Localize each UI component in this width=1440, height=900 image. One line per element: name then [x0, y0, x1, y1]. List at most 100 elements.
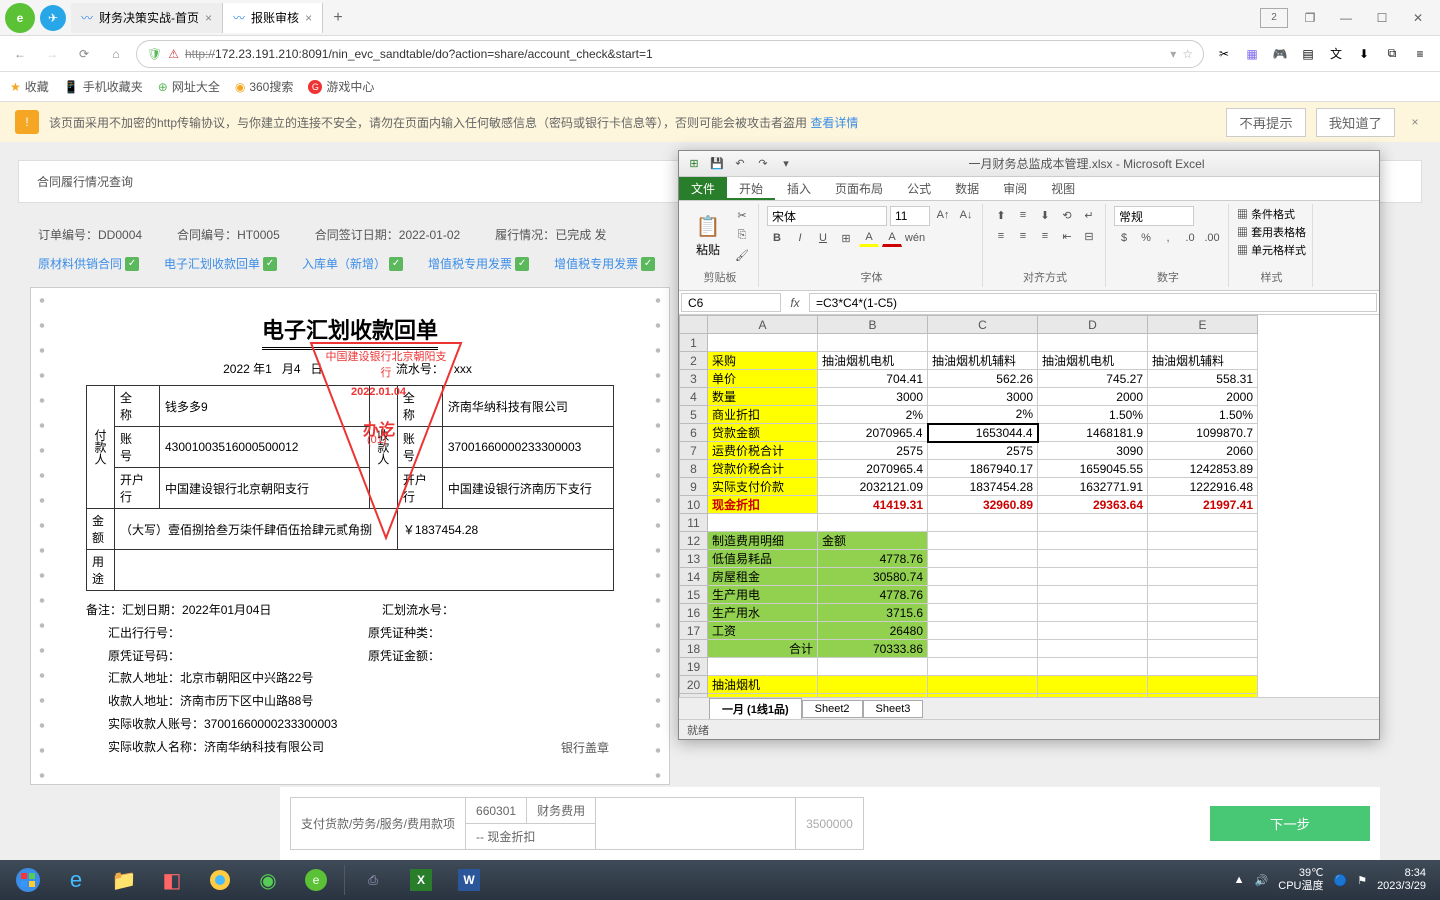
grow-font-icon[interactable]: A↑ — [933, 206, 953, 224]
font-name-input[interactable] — [767, 206, 887, 226]
chrome-icon[interactable] — [196, 862, 244, 898]
star-icon[interactable]: ☆ — [1182, 47, 1193, 61]
browser-tab-2[interactable]: 〰 报账审核 × — [223, 3, 323, 33]
table-format-button[interactable]: ▦ 套用表格格 — [1237, 224, 1306, 240]
app-icon[interactable]: ◉ — [244, 862, 292, 898]
warning-link[interactable]: 查看详情 — [810, 116, 858, 130]
cell-style-button[interactable]: ▦ 单元格样式 — [1237, 242, 1306, 258]
italic-icon[interactable]: I — [790, 229, 810, 247]
bookmark-item[interactable]: ◉360搜索 — [235, 78, 294, 95]
merge-icon[interactable]: ⊟ — [1079, 227, 1099, 245]
grid-icon[interactable]: ▦ — [1240, 42, 1264, 66]
qat-more-icon[interactable]: ▾ — [777, 155, 795, 173]
bookmark-item[interactable]: ⊕网址大全 — [158, 78, 220, 95]
ribbon-tab-layout[interactable]: 页面布局 — [823, 177, 895, 200]
ribbon-tab-file[interactable]: 文件 — [679, 177, 727, 200]
acknowledge-button[interactable]: 我知道了 — [1316, 108, 1395, 137]
close-icon[interactable]: × — [305, 11, 312, 25]
font-color-icon[interactable]: A — [882, 229, 902, 247]
sheet-grid[interactable]: ABCDE12采购抽油烟机电机抽油烟机机辅料抽油烟机电机抽油烟机辅料3单价704… — [679, 315, 1379, 697]
minimize-icon[interactable]: — — [1332, 8, 1360, 28]
excel-titlebar[interactable]: ⊞ 💾 ↶ ↷ ▾ 一月财务总监成本管理.xlsx - Microsoft Ex… — [679, 151, 1379, 177]
redo-icon[interactable]: ↷ — [754, 155, 772, 173]
word-taskbar-icon[interactable]: W — [445, 862, 493, 898]
home-icon[interactable]: ⌂ — [104, 42, 128, 66]
font-size-input[interactable] — [890, 206, 930, 226]
ribbon-tab-data[interactable]: 数据 — [943, 177, 991, 200]
doc-link[interactable]: 原材料供销合同✓ — [38, 255, 139, 272]
percent-icon[interactable]: % — [1136, 229, 1156, 247]
comma-icon[interactable]: , — [1158, 229, 1178, 247]
translate-icon[interactable]: 文 — [1324, 42, 1348, 66]
sheet-tab[interactable]: Sheet2 — [802, 700, 863, 718]
sheet-tab[interactable]: 一月 (1线1品) — [709, 698, 802, 720]
doc-link[interactable]: 增值税专用发票✓ — [428, 255, 529, 272]
reload-icon[interactable]: ⟳ — [72, 42, 96, 66]
fx-icon[interactable]: fx — [783, 291, 807, 314]
telegram-icon[interactable]: ✈ — [40, 5, 66, 31]
ie-icon[interactable]: e — [52, 862, 100, 898]
url-input[interactable]: 🛡 ⚠ http://172.23.191.210:8091/nin_evc_s… — [136, 40, 1204, 68]
task-icon[interactable]: ⎙ — [349, 862, 397, 898]
currency-icon[interactable]: $ — [1114, 229, 1134, 247]
back-icon[interactable]: ← — [8, 42, 32, 66]
browser-icon[interactable]: e — [292, 862, 340, 898]
number-format-select[interactable] — [1114, 206, 1194, 226]
next-button[interactable]: 下一步 — [1210, 806, 1370, 841]
close-icon[interactable]: × — [1405, 115, 1425, 129]
save-icon[interactable]: 💾 — [708, 155, 726, 173]
app-icon[interactable]: ◧ — [148, 862, 196, 898]
ribbon-tab-view[interactable]: 视图 — [1039, 177, 1087, 200]
restore-icon[interactable]: ❐ — [1296, 8, 1324, 28]
bookmark-item[interactable]: G游戏中心 — [308, 78, 374, 95]
explorer-icon[interactable]: 📁 — [100, 862, 148, 898]
start-button[interactable] — [4, 862, 52, 898]
tray-up-icon[interactable]: ▲ — [1234, 874, 1245, 886]
align-top-icon[interactable]: ⬆ — [991, 206, 1011, 224]
phonetic-icon[interactable]: wén — [905, 229, 925, 247]
doc-link[interactable]: 增值税专用发票✓ — [554, 255, 655, 272]
align-middle-icon[interactable]: ≡ — [1013, 206, 1033, 224]
format-painter-icon[interactable]: 🖌 — [732, 246, 752, 264]
ribbon-tab-home[interactable]: 开始 — [727, 177, 775, 200]
new-tab-button[interactable]: + — [323, 9, 353, 27]
temp-widget[interactable]: 39℃ CPU温度 — [1278, 867, 1323, 893]
bold-icon[interactable]: B — [767, 229, 787, 247]
border-icon[interactable]: ⊞ — [836, 229, 856, 247]
paste-button[interactable]: 📋粘贴 — [688, 206, 728, 266]
indent-dec-icon[interactable]: ⇤ — [1057, 227, 1077, 245]
cond-format-button[interactable]: ▦ 条件格式 — [1237, 206, 1295, 222]
inc-decimal-icon[interactable]: .0 — [1180, 229, 1200, 247]
ribbon-tab-review[interactable]: 审阅 — [991, 177, 1039, 200]
app-icon[interactable]: ▤ — [1296, 42, 1320, 66]
menu-icon[interactable]: ≡ — [1408, 42, 1432, 66]
orientation-icon[interactable]: ⟲ — [1057, 206, 1077, 224]
name-box[interactable] — [681, 293, 781, 312]
bookmarks-label[interactable]: ★收藏 — [10, 78, 49, 95]
align-bottom-icon[interactable]: ⬇ — [1035, 206, 1055, 224]
dec-decimal-icon[interactable]: .00 — [1202, 229, 1222, 247]
ribbon-tab-formula[interactable]: 公式 — [895, 177, 943, 200]
volume-icon[interactable]: 🔊 — [1255, 874, 1269, 887]
cut-icon[interactable]: ✂ — [732, 206, 752, 224]
align-left-icon[interactable]: ≡ — [991, 227, 1011, 245]
browser-tab-1[interactable]: 〰 财务决策实战-首页 × — [71, 3, 223, 33]
ribbon-tab-insert[interactable]: 插入 — [775, 177, 823, 200]
game-icon[interactable]: 🎮 — [1268, 42, 1292, 66]
dismiss-forever-button[interactable]: 不再提示 — [1226, 108, 1305, 137]
undo-icon[interactable]: ↶ — [731, 155, 749, 173]
close-icon[interactable]: × — [205, 11, 212, 25]
doc-link[interactable]: 电子汇划收款回单✓ — [164, 255, 277, 272]
copy-icon[interactable]: ⎘ — [732, 226, 752, 244]
wrap-icon[interactable]: ↵ — [1079, 206, 1099, 224]
align-right-icon[interactable]: ≡ — [1035, 227, 1055, 245]
close-icon[interactable]: ✕ — [1404, 8, 1432, 28]
dropdown-icon[interactable]: ▾ — [1170, 47, 1176, 61]
download-icon[interactable]: ⬇ — [1352, 42, 1376, 66]
shrink-font-icon[interactable]: A↓ — [956, 206, 976, 224]
underline-icon[interactable]: U — [813, 229, 833, 247]
maximize-icon[interactable]: ☐ — [1368, 8, 1396, 28]
tray-icon[interactable]: ⚑ — [1357, 874, 1367, 887]
sheet-tab[interactable]: Sheet3 — [863, 700, 924, 718]
fill-color-icon[interactable]: A — [859, 229, 879, 247]
